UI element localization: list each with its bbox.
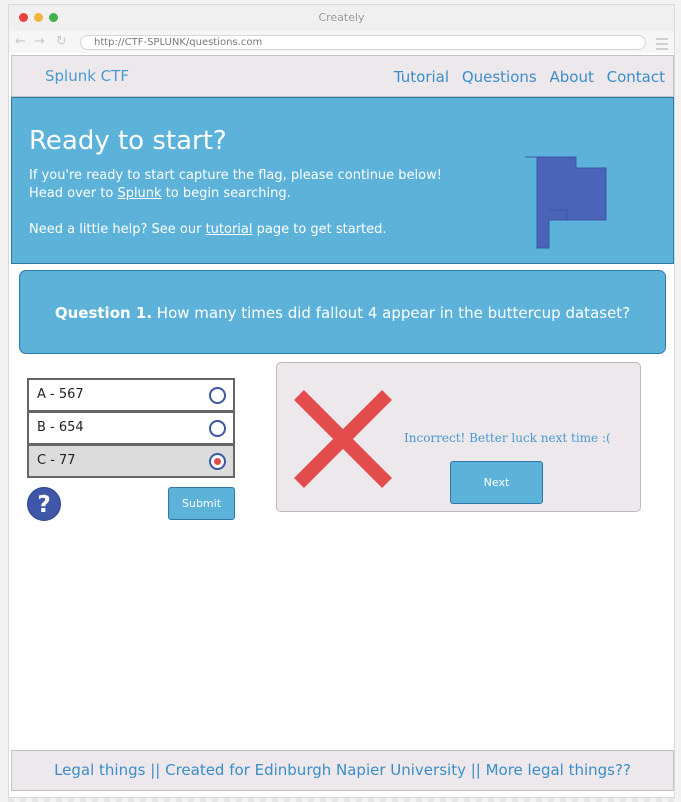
question-panel: Question 1. How many times did fallout 4… (19, 270, 666, 354)
answer-label: A - 567 (37, 387, 84, 402)
hero-line-3-post: page to get started. (252, 222, 387, 237)
radio-button[interactable] (209, 387, 226, 404)
splunk-link[interactable]: Splunk (117, 186, 161, 201)
site-footer: Legal things || Created for Edinburgh Na… (11, 750, 674, 791)
answer-label: C - 77 (37, 453, 76, 468)
nav-questions[interactable]: Questions (462, 68, 537, 86)
hero-banner: Ready to start? If you're ready to start… (11, 97, 674, 264)
title-bar: Creately (9, 5, 674, 31)
result-panel: Incorrect! Better luck next time :( Next (276, 362, 641, 512)
reload-icon[interactable]: ↻ (56, 34, 67, 49)
hero-line-2-pre: Head over to (29, 186, 118, 201)
x-icon (294, 390, 392, 488)
hero-line-1: If you're ready to start capture the fla… (29, 168, 442, 183)
radio-button[interactable] (209, 420, 226, 437)
next-button[interactable]: Next (450, 461, 543, 504)
help-button[interactable]: ? (27, 487, 61, 521)
hero-line-2-post: to begin searching. (161, 186, 291, 201)
nav-tutorial[interactable]: Tutorial (394, 68, 449, 86)
hamburger-menu-icon[interactable] (656, 38, 668, 53)
window-title: Creately (318, 11, 365, 24)
tutorial-link[interactable]: tutorial (206, 222, 253, 237)
address-bar[interactable]: http://CTF-SPLUNK/questions.com (80, 35, 646, 50)
result-message: Incorrect! Better luck next time :( (404, 431, 611, 445)
browser-toolbar: ← → ↻ http://CTF-SPLUNK/questions.com (9, 31, 674, 53)
hero-title: Ready to start? (29, 126, 227, 156)
main-nav: Tutorial Questions About Contact (386, 68, 665, 86)
forward-icon[interactable]: → (34, 34, 45, 49)
answer-option-b[interactable]: B - 654 (27, 411, 235, 445)
brand-link[interactable]: Splunk CTF (45, 67, 129, 85)
nav-contact[interactable]: Contact (607, 68, 665, 86)
submit-button[interactable]: Submit (168, 487, 235, 520)
answer-option-c[interactable]: C - 77 (27, 444, 235, 478)
browser-window: Creately ← → ↻ http://CTF-SPLUNK/questio… (8, 4, 675, 798)
back-icon[interactable]: ← (15, 34, 26, 49)
question-text: How many times did fallout 4 appear in t… (152, 304, 631, 322)
page-edge (8, 798, 675, 802)
question-number: Question 1. (54, 304, 153, 322)
flag-icon (525, 156, 607, 249)
hero-line-3: Need a little help? See our tutorial pag… (29, 222, 387, 237)
nav-about[interactable]: About (550, 68, 594, 86)
answer-option-a[interactable]: A - 567 (27, 378, 235, 412)
radio-button-selected[interactable] (209, 453, 226, 470)
hero-line-2: Head over to Splunk to begin searching. (29, 186, 291, 201)
answer-label: B - 654 (37, 420, 84, 435)
site-header: Splunk CTF Tutorial Questions About Cont… (11, 55, 674, 97)
hero-line-3-pre: Need a little help? See our (29, 222, 206, 237)
